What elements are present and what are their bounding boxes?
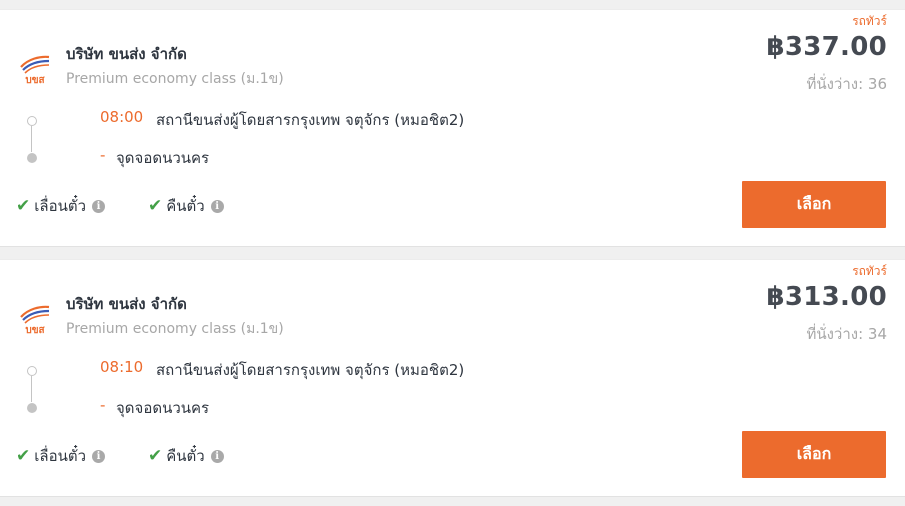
info-icon[interactable]: i — [210, 449, 224, 463]
arrival-dot-icon — [27, 403, 37, 413]
refund-ticket-policy[interactable]: ✔ คืนตั๋ว i — [148, 194, 224, 218]
arrival-station: จุดจอดนวนคร — [116, 399, 210, 417]
check-icon: ✔ — [148, 196, 163, 216]
info-icon[interactable]: i — [92, 449, 105, 463]
available-seats: ที่นั่งว่าง: 36 — [806, 75, 887, 93]
refund-ticket-label: คืนตั๋ว — [166, 447, 205, 465]
company-logo-icon: บขส — [20, 305, 50, 336]
bus-class: Premium economy class (ม.1ข) — [66, 71, 284, 87]
check-icon: ✔ — [16, 446, 31, 466]
trip-list: บขส บริษัท ขนส่ง จำกัด Premium economy c… — [0, 0, 905, 506]
change-ticket-policy[interactable]: ✔ เลื่อนตั๋ว i — [16, 194, 105, 218]
refund-ticket-label: คืนตั๋ว — [166, 197, 205, 215]
route-line — [31, 376, 32, 402]
arrival-station: จุดจอดนวนคร — [116, 149, 210, 167]
departure-station: สถานีขนส่งผู้โดยสารกรุงเทพ จตุจักร (หมอช… — [156, 111, 465, 129]
arrival-time-placeholder: - — [100, 146, 106, 164]
info-icon[interactable]: i — [210, 199, 224, 213]
available-seats: ที่นั่งว่าง: 34 — [806, 325, 887, 343]
change-ticket-policy[interactable]: ✔ เลื่อนตั๋ว i — [16, 444, 105, 468]
company-name: บริษัท ขนส่ง จำกัด — [66, 45, 187, 63]
departure-time: 08:10 — [100, 358, 144, 376]
check-icon: ✔ — [16, 196, 31, 216]
select-trip-button[interactable]: เลือก — [742, 181, 886, 228]
check-icon: ✔ — [148, 446, 163, 466]
change-ticket-label: เลื่อนตั๋ว — [34, 447, 86, 465]
list-bottom-divider — [0, 498, 905, 506]
bus-class: Premium economy class (ม.1ข) — [66, 321, 284, 337]
company-name: บริษัท ขนส่ง จำกัด — [66, 295, 187, 313]
price: ฿313.00 — [766, 282, 887, 312]
departure-time: 08:00 — [100, 108, 144, 126]
refund-ticket-policy[interactable]: ✔ คืนตั๋ว i — [148, 444, 224, 468]
departure-station: สถานีขนส่งผู้โดยสารกรุงเทพ จตุจักร (หมอช… — [156, 361, 465, 379]
bus-type-label: รถทัวร์ — [852, 264, 887, 278]
route-line — [31, 126, 32, 152]
route-timeline — [26, 366, 38, 413]
svg-text:บขส: บขส — [25, 325, 45, 336]
route-timeline — [26, 116, 38, 163]
change-ticket-label: เลื่อนตั๋ว — [34, 197, 86, 215]
departure-dot-icon — [27, 366, 37, 376]
info-icon[interactable]: i — [92, 199, 105, 213]
price: ฿337.00 — [766, 32, 887, 62]
trip-card: บขส บริษัท ขนส่ง จำกัด Premium economy c… — [0, 259, 905, 497]
bus-type-label: รถทัวร์ — [852, 14, 887, 28]
trip-card: บขส บริษัท ขนส่ง จำกัด Premium economy c… — [0, 9, 905, 247]
departure-dot-icon — [27, 116, 37, 126]
arrival-time-placeholder: - — [100, 396, 106, 414]
company-logo-icon: บขส — [20, 55, 50, 86]
select-trip-button[interactable]: เลือก — [742, 431, 886, 478]
svg-text:บขส: บขส — [25, 75, 45, 86]
arrival-dot-icon — [27, 153, 37, 163]
